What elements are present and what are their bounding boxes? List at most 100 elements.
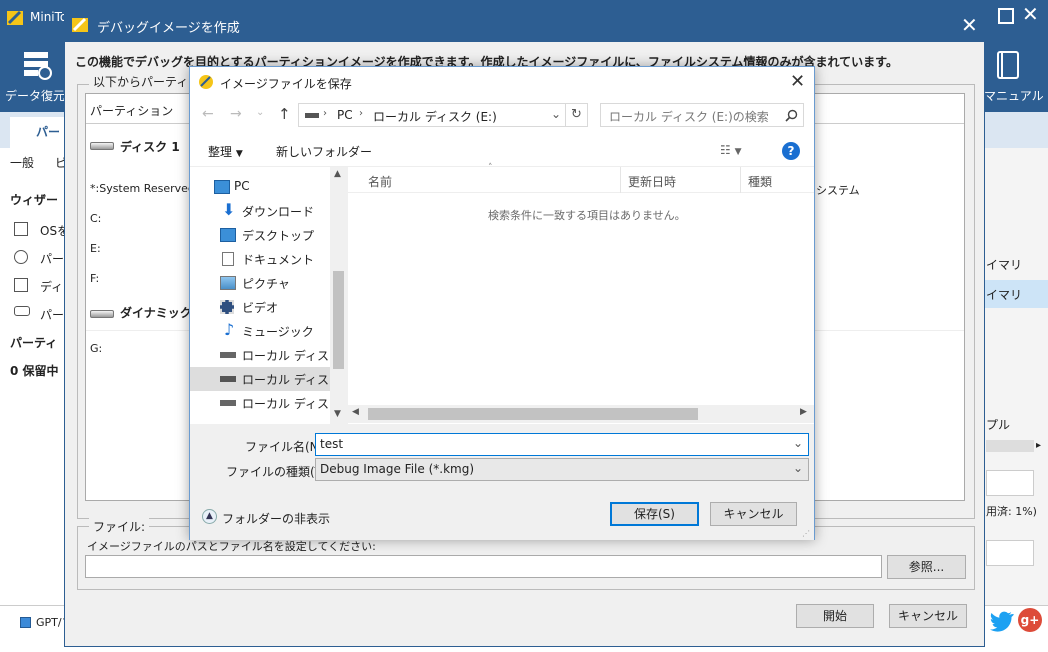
file-system-col: システム (816, 184, 860, 197)
sub-item-general[interactable]: 一般 (10, 154, 34, 171)
twitter-icon[interactable] (990, 610, 1014, 632)
partition-row[interactable]: G: (90, 342, 102, 355)
file-list-hscrollbar[interactable]: ◀ ▶ (348, 405, 814, 423)
help-icon[interactable]: ? (782, 142, 800, 160)
filetype-select[interactable]: Debug Image File (*.kmg) ⌄ (315, 458, 809, 481)
search-input[interactable]: ローカル ディスク (E:)の検索 (600, 103, 804, 127)
tree-item-label: ダウンロード (242, 205, 315, 219)
browse-button[interactable]: 参照... (887, 555, 966, 579)
recent-dropdown-icon[interactable]: ⌄ (256, 107, 264, 118)
video-icon (220, 300, 234, 314)
start-button[interactable]: 開始 (796, 604, 874, 628)
tree-item-drive-e[interactable]: ローカル ディスク (E (190, 367, 330, 391)
app-close-icon[interactable]: ✕ (1022, 2, 1039, 26)
music-icon: ♪ (224, 320, 235, 339)
command-bar: 整理 ▼ 新しいフォルダー ☷ ▼ ? (190, 135, 814, 167)
tree-item-pictures[interactable]: ピクチャ (190, 271, 330, 295)
partition-row[interactable]: E: (90, 242, 101, 255)
address-bar[interactable]: › PC › ローカル ディスク (E:) ⌄ (298, 103, 566, 127)
back-arrow-icon[interactable]: ← (202, 106, 214, 122)
os-migrate-icon (14, 222, 28, 236)
tree-item-desktop[interactable]: デスクトップ (190, 223, 330, 247)
organize-button[interactable]: 整理 ▼ (208, 143, 243, 160)
legend-label: GPT/プ (36, 616, 66, 629)
wizard-item-disk[interactable]: ディ (40, 278, 64, 295)
column-modified[interactable]: 更新日時 (628, 173, 676, 190)
tree-item-label: ピクチャ (242, 277, 290, 291)
partition-row[interactable]: F: (90, 272, 99, 285)
filename-dropdown-icon[interactable]: ⌄ (793, 436, 803, 450)
navigation-bar: ← → ⌄ ↑ › PC › ローカル ディスク (E:) ⌄ ↻ ローカル デ… (190, 97, 814, 135)
tree-item-label: ローカル ディスク (F (242, 397, 330, 411)
save-file-dialog: イメージファイルを保存 ✕ ← → ⌄ ↑ › PC › ローカル ディスク (… (189, 66, 815, 540)
tree-scroll-thumb[interactable] (333, 271, 344, 369)
drive-icon (220, 400, 236, 406)
refresh-icon[interactable]: ↻ (566, 103, 588, 127)
drive-icon (220, 376, 236, 382)
up-arrow-icon[interactable]: ↑ (278, 105, 291, 123)
google-plus-icon[interactable]: g+ (1018, 608, 1042, 632)
filetype-dropdown-icon[interactable]: ⌄ (793, 461, 803, 475)
resize-grip-icon[interactable]: ⋰ (802, 529, 810, 538)
hide-folders-icon[interactable]: ▲ (202, 509, 217, 524)
tree-item-label: ミュージック (242, 325, 314, 339)
wizard-item-os[interactable]: OSを (40, 222, 64, 239)
wizard-item-recovery[interactable]: パー (40, 306, 64, 323)
column-divider[interactable] (740, 167, 741, 193)
picture-icon (220, 276, 236, 290)
scroll-left-icon[interactable]: ◀ (352, 407, 359, 417)
data-recovery-icon[interactable] (22, 50, 52, 80)
tree-item-label: ドキュメント (242, 253, 315, 267)
save-dialog-icon (199, 75, 213, 89)
breadcrumb-drive[interactable]: ローカル ディスク (E:) (373, 108, 497, 125)
tree-item-videos[interactable]: ビデオ (190, 295, 330, 319)
manual-label[interactable]: マニュアル (984, 87, 1044, 104)
wizard-item-partition[interactable]: パー (40, 250, 64, 267)
manual-icon[interactable] (996, 50, 1022, 80)
address-dropdown-icon[interactable]: ⌄ (551, 107, 561, 121)
save-button[interactable]: 保存(S) (610, 502, 699, 526)
search-icon[interactable] (785, 109, 798, 122)
partition-row[interactable]: C: (90, 212, 101, 225)
cancel-button[interactable]: キャンセル (889, 604, 967, 628)
column-name[interactable]: 名前 (368, 173, 392, 190)
tree-item-music[interactable]: ♪ ミュージック (190, 319, 330, 343)
scroll-right-icon[interactable]: ▶ (800, 407, 807, 417)
tree-item-drive-c[interactable]: ローカル ディスク (C (190, 343, 330, 367)
save-dialog-close-icon[interactable]: ✕ (790, 71, 805, 92)
tree-item-drive-f[interactable]: ローカル ディスク (F (190, 391, 330, 415)
dialog-close-icon[interactable]: ✕ (961, 13, 978, 37)
app-logo-icon (7, 10, 23, 25)
image-path-input[interactable] (85, 555, 882, 578)
debug-image-icon (72, 17, 88, 32)
maximize-icon[interactable] (998, 8, 1014, 24)
filename-input[interactable]: test ⌄ (315, 433, 809, 456)
navigation-tree[interactable]: PC ⬇ ダウンロード デスクトップ ドキュメント ピクチャ ビデオ ♪ ミュー… (190, 167, 348, 424)
disk-block[interactable] (986, 470, 1034, 496)
tree-item-pc[interactable]: PC (190, 175, 330, 199)
hide-folders-link[interactable]: フォルダーの非表示 (222, 510, 330, 527)
save-cancel-button[interactable]: キャンセル (710, 502, 797, 526)
pending-operations: 0 保留中 (10, 364, 59, 378)
data-recovery-label[interactable]: データ復元 (5, 87, 65, 104)
organize-dropdown-icon: ▼ (235, 149, 243, 159)
tab-partition[interactable]: パー (10, 117, 66, 148)
scroll-up-icon[interactable]: ▲ (334, 169, 341, 179)
disk-block-2[interactable] (986, 540, 1034, 566)
hscroll-thumb[interactable] (368, 408, 698, 420)
view-options-icon[interactable]: ☷ ▼ (720, 143, 742, 157)
forward-arrow-icon[interactable]: → (230, 106, 242, 122)
disk-copy-icon (14, 278, 28, 292)
file-list[interactable]: ˄ 名前 更新日時 種類 検索条件に一致する項目はありません。 (348, 163, 814, 424)
file-list-header (348, 167, 814, 193)
partition-row[interactable]: *:System Reserved (90, 182, 195, 195)
tree-scrollbar[interactable]: ▲ ▼ (330, 167, 348, 424)
scroll-down-icon[interactable]: ▼ (334, 409, 341, 419)
tree-item-downloads[interactable]: ⬇ ダウンロード (190, 199, 330, 223)
new-folder-button[interactable]: 新しいフォルダー (276, 143, 372, 160)
scroll-right-icon[interactable]: ▸ (1036, 440, 1041, 451)
breadcrumb-pc[interactable]: PC (337, 108, 353, 122)
column-type[interactable]: 種類 (748, 173, 772, 190)
tree-item-documents[interactable]: ドキュメント (190, 247, 330, 271)
column-divider[interactable] (620, 167, 621, 193)
